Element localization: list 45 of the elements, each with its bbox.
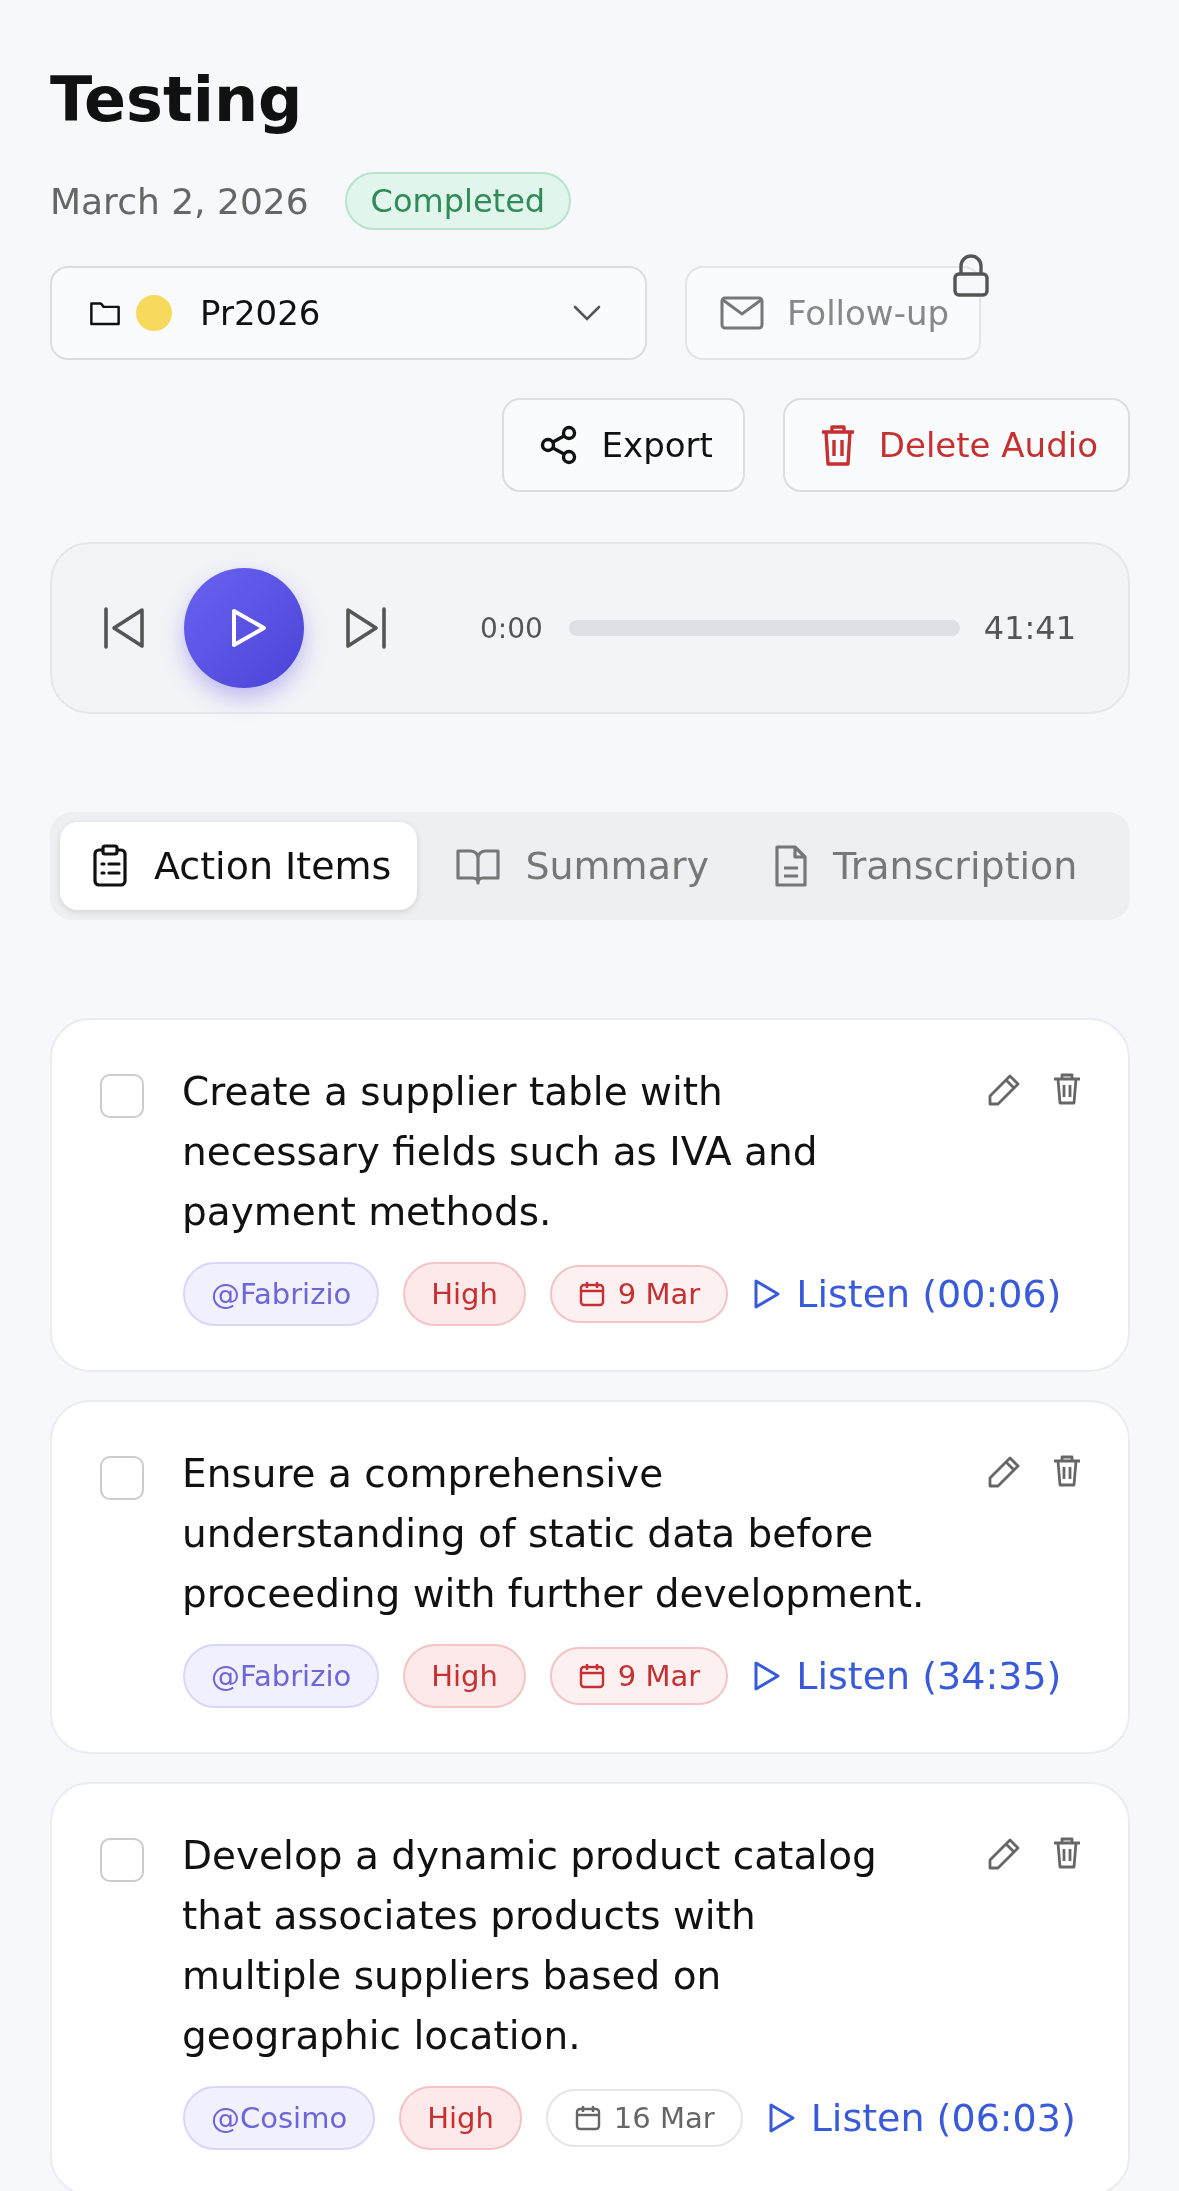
action-item-text: Ensure a comprehensive understanding of static data before proceeding with further development. xyxy=(182,1450,926,1618)
page-title: Testing xyxy=(50,62,304,138)
edit-icon[interactable] xyxy=(986,1836,1022,1872)
chevron-down-icon xyxy=(571,303,603,323)
book-icon xyxy=(455,846,502,886)
edit-icon[interactable] xyxy=(986,1072,1022,1108)
mail-icon xyxy=(719,295,765,331)
tab[interactable]: Transcription xyxy=(743,822,1104,910)
tab[interactable]: Action Items xyxy=(60,822,418,910)
priority-tag: High xyxy=(403,1644,526,1708)
priority-tag: High xyxy=(399,2086,522,2150)
assignee-tag: @Cosimo xyxy=(183,2086,376,2150)
assignee-tag: @Fabrizio xyxy=(183,1262,380,1326)
total-time: 41:41 xyxy=(983,609,1076,647)
calendar-icon xyxy=(577,1280,606,1308)
trash-icon[interactable] xyxy=(1052,1072,1082,1106)
assignee-tag: @Fabrizio xyxy=(183,1644,380,1708)
checkbox[interactable] xyxy=(100,1456,144,1500)
listen-link[interactable]: Listen (06:03) xyxy=(766,2096,1076,2140)
calendar-icon xyxy=(577,1662,606,1690)
export-button[interactable]: Export xyxy=(501,398,745,492)
folder-dropdown[interactable]: Pr2026 xyxy=(50,266,647,360)
tab[interactable]: Summary xyxy=(425,822,736,910)
current-time: 0:00 xyxy=(480,611,543,645)
status-badge: Completed xyxy=(344,172,572,230)
calendar-icon xyxy=(573,2104,602,2132)
clipboard-icon xyxy=(90,844,130,888)
action-item-text: Develop a dynamic product catalog that associates products with multiple suppliers based on geographic location. xyxy=(182,1832,878,2060)
checkbox[interactable] xyxy=(100,1074,144,1118)
action-item-text: Create a supplier table with necessary fields such as IVA and payment methods. xyxy=(182,1068,819,1236)
priority-tag: High xyxy=(403,1262,526,1326)
due-date-tag: 9 Mar xyxy=(549,1265,729,1323)
document-icon xyxy=(773,844,810,888)
trash-icon[interactable] xyxy=(1052,1454,1082,1488)
checkbox[interactable] xyxy=(100,1838,144,1882)
follow-up-button[interactable]: Follow-up xyxy=(685,266,982,360)
edit-icon[interactable] xyxy=(986,1454,1022,1490)
date-text: March 2, 2026 xyxy=(50,180,309,222)
listen-link[interactable]: Listen (00:06) xyxy=(752,1272,1062,1316)
play-button[interactable] xyxy=(184,568,304,688)
listen-link[interactable]: Listen (34:35) xyxy=(752,1654,1062,1698)
delete-audio-button[interactable]: Delete Audio xyxy=(782,398,1130,492)
due-date-tag: 16 Mar xyxy=(545,2089,743,2147)
trash-icon[interactable] xyxy=(1052,1836,1082,1870)
due-date-tag: 9 Mar xyxy=(549,1647,729,1705)
